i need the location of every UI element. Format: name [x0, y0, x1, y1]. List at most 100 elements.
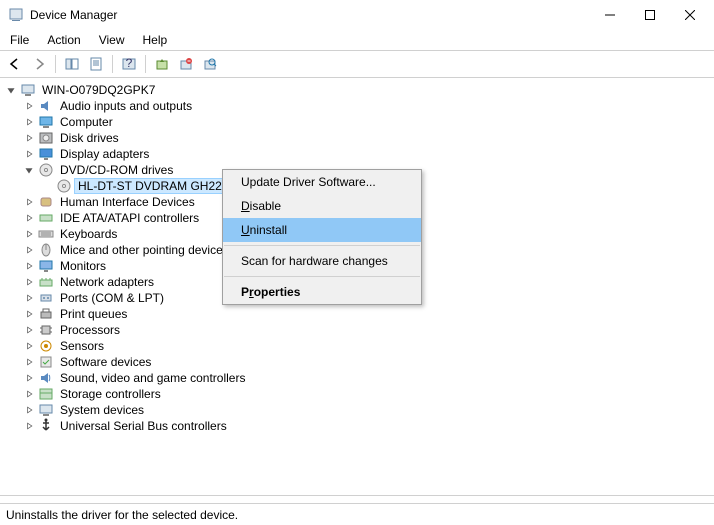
usb-icon [38, 418, 54, 434]
context-menu-properties[interactable]: Properties [223, 280, 421, 304]
tree-node-label: Monitors [57, 259, 109, 273]
show-hide-tree-button[interactable] [61, 53, 83, 75]
network-icon [38, 274, 54, 290]
tree-node[interactable]: Processors [2, 322, 712, 338]
tree-node[interactable]: Storage controllers [2, 386, 712, 402]
tree-node-label: Human Interface Devices [57, 195, 198, 209]
menu-help[interactable]: Help [135, 31, 176, 49]
tree-node-label: Keyboards [57, 227, 120, 241]
hid-icon [38, 194, 54, 210]
context-menu-uninstall[interactable]: Uninstall [223, 218, 421, 242]
tree-node[interactable]: Universal Serial Bus controllers [2, 418, 712, 434]
twisty-closed-icon[interactable] [22, 275, 36, 289]
titlebar: Device Manager [0, 0, 714, 30]
twisty-closed-icon[interactable] [22, 131, 36, 145]
tree-node[interactable]: Audio inputs and outputs [2, 98, 712, 114]
twisty-closed-icon[interactable] [22, 243, 36, 257]
tree-node-label: Processors [57, 323, 123, 337]
window-controls [600, 5, 706, 25]
tree-node[interactable]: Disk drives [2, 130, 712, 146]
help-button[interactable]: ? [118, 53, 140, 75]
toolbar-separator [145, 55, 146, 73]
menubar: File Action View Help [0, 30, 714, 50]
context-menu-disable[interactable]: Disable [223, 194, 421, 218]
twisty-closed-icon[interactable] [22, 195, 36, 209]
twisty-closed-icon[interactable] [22, 227, 36, 241]
uninstall-button[interactable] [175, 53, 197, 75]
svg-text:?: ? [126, 57, 133, 70]
toolbar: ? [0, 50, 714, 78]
status-text: Uninstalls the driver for the selected d… [6, 508, 238, 522]
twisty-closed-icon[interactable] [22, 147, 36, 161]
back-button[interactable] [4, 53, 26, 75]
context-menu-scan[interactable]: Scan for hardware changes [223, 249, 421, 273]
tree-node-label: Display adapters [57, 147, 152, 161]
tree-node[interactable]: Computer [2, 114, 712, 130]
update-driver-button[interactable] [151, 53, 173, 75]
tree-node-label: Storage controllers [57, 387, 164, 401]
tree-node[interactable]: Print queues [2, 306, 712, 322]
cpu-icon [38, 322, 54, 338]
tree-node-label: Mice and other pointing devices [57, 243, 232, 257]
sound-icon [38, 370, 54, 386]
twisty-open-icon[interactable] [4, 83, 18, 97]
twisty-closed-icon[interactable] [22, 339, 36, 353]
ide-icon [38, 210, 54, 226]
computer-icon [38, 114, 54, 130]
spacer [0, 495, 714, 503]
tree-node[interactable]: Sensors [2, 338, 712, 354]
twisty-closed-icon[interactable] [22, 307, 36, 321]
dvd-icon [56, 178, 72, 194]
menu-file[interactable]: File [2, 31, 37, 49]
tree-node-label: Sensors [57, 339, 107, 353]
tree-node[interactable]: WIN-O079DQ2GPK7 [2, 82, 712, 98]
tree-node-label: System devices [57, 403, 147, 417]
minimize-button[interactable] [600, 5, 620, 25]
twisty-closed-icon[interactable] [22, 387, 36, 401]
tree-node-label: Software devices [57, 355, 154, 369]
keyboard-icon [38, 226, 54, 242]
twisty-closed-icon[interactable] [22, 355, 36, 369]
printer-icon [38, 306, 54, 322]
twisty-closed-icon[interactable] [22, 419, 36, 433]
tree-node[interactable]: Sound, video and game controllers [2, 370, 712, 386]
tree-node-label: Audio inputs and outputs [57, 99, 195, 113]
tree-node-label: DVD/CD-ROM drives [57, 163, 176, 177]
storage-icon [38, 386, 54, 402]
monitor-icon [38, 258, 54, 274]
scan-hardware-button[interactable] [199, 53, 221, 75]
twisty-closed-icon[interactable] [22, 211, 36, 225]
device-tree[interactable]: WIN-O079DQ2GPK7Audio inputs and outputsC… [0, 78, 714, 495]
twisty-none [40, 179, 54, 193]
twisty-open-icon[interactable] [22, 163, 36, 177]
context-menu-separator [224, 276, 420, 277]
tree-node-label: Ports (COM & LPT) [57, 291, 167, 305]
twisty-closed-icon[interactable] [22, 291, 36, 305]
port-icon [38, 290, 54, 306]
tree-node-label: IDE ATA/ATAPI controllers [57, 211, 202, 225]
maximize-button[interactable] [640, 5, 660, 25]
software-icon [38, 354, 54, 370]
context-menu: Update Driver Software... Disable Uninst… [222, 169, 422, 305]
toolbar-separator [112, 55, 113, 73]
twisty-closed-icon[interactable] [22, 371, 36, 385]
context-menu-update[interactable]: Update Driver Software... [223, 170, 421, 194]
twisty-closed-icon[interactable] [22, 99, 36, 113]
tree-node-label: Disk drives [57, 131, 122, 145]
forward-button[interactable] [28, 53, 50, 75]
disk-icon [38, 130, 54, 146]
twisty-closed-icon[interactable] [22, 403, 36, 417]
tree-node-label: Network adapters [57, 275, 157, 289]
twisty-closed-icon[interactable] [22, 115, 36, 129]
close-button[interactable] [680, 5, 700, 25]
statusbar: Uninstalls the driver for the selected d… [0, 503, 714, 525]
properties-button[interactable] [85, 53, 107, 75]
menu-view[interactable]: View [91, 31, 133, 49]
menu-action[interactable]: Action [39, 31, 88, 49]
tree-node[interactable]: System devices [2, 402, 712, 418]
sensor-icon [38, 338, 54, 354]
tree-node[interactable]: Software devices [2, 354, 712, 370]
twisty-closed-icon[interactable] [22, 323, 36, 337]
tree-node[interactable]: Display adapters [2, 146, 712, 162]
twisty-closed-icon[interactable] [22, 259, 36, 273]
